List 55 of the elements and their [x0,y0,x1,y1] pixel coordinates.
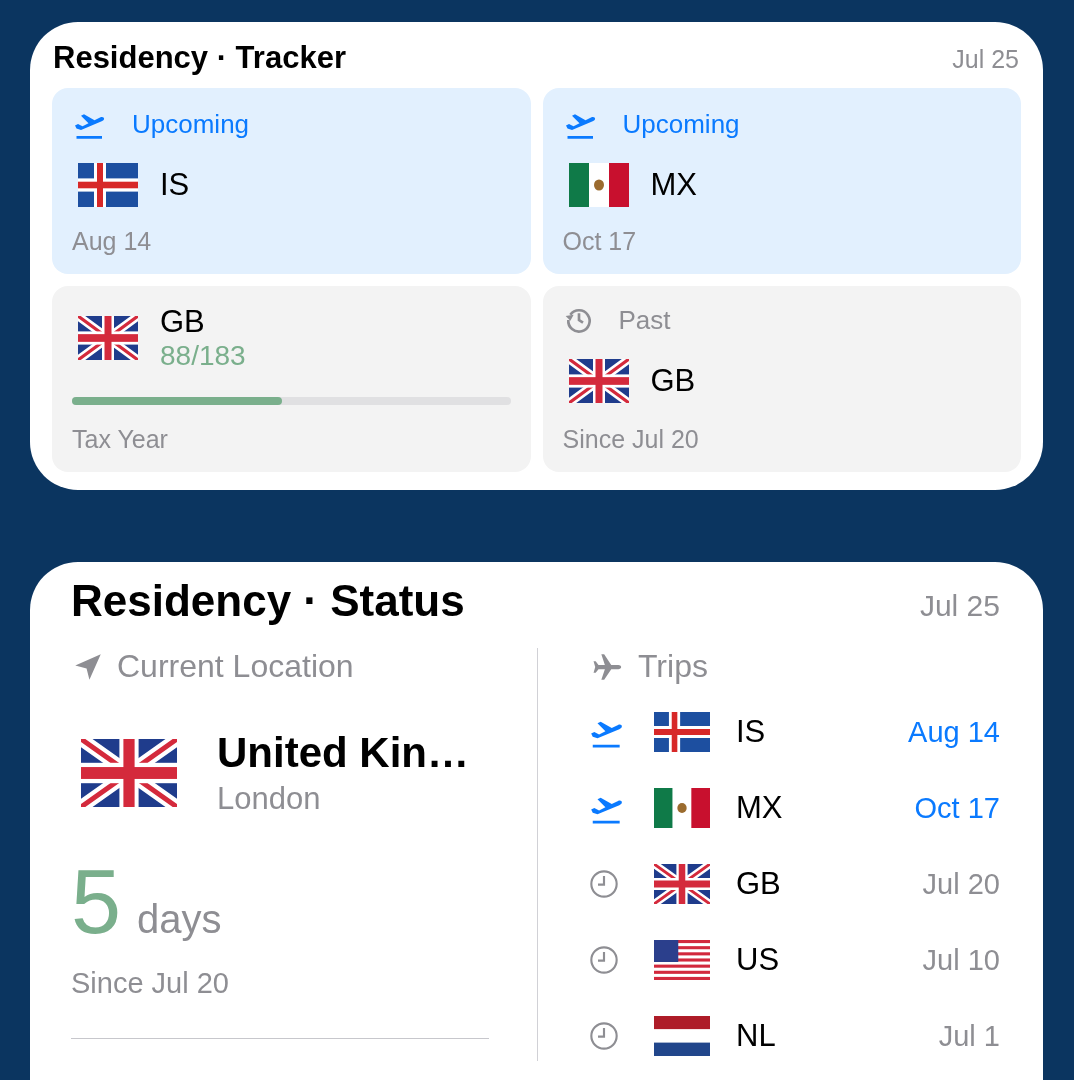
flag-icon [654,788,710,828]
flag-icon [78,162,138,207]
trip-date: Jul 1 [938,1019,1000,1053]
widget-date: Jul 25 [952,45,1020,74]
day-count: 88/183 [160,340,246,372]
country-code: US [736,942,781,978]
tax-year-card[interactable]: GB 88/183 Tax Year [52,286,531,472]
widget-title: Residency · Tracker [52,40,346,76]
flag-icon [568,162,629,207]
country-code: GB [650,362,696,399]
clock-icon [588,944,620,976]
section-heading: Trips [638,648,708,685]
flag-icon [654,940,710,980]
trip-card[interactable]: Upcoming IS Aug 14 [52,88,531,274]
trip-date: Jul 10 [922,943,1000,977]
flag-icon [81,739,177,807]
country-code: GB [736,866,782,902]
country-code: MX [736,790,784,826]
trip-card[interactable]: Upcoming MX Oct 17 [542,88,1021,274]
city-name: London [217,781,322,817]
section-heading: Current Location [117,648,354,685]
clock-icon [588,868,620,900]
trip-date: Aug 14 [908,715,1000,749]
trip-row[interactable]: US Jul 10 [588,935,1000,985]
country-code: IS [160,166,190,203]
trip-date: Oct 17 [562,227,638,256]
trip-row[interactable]: NL Jul 1 [588,1011,1000,1061]
flag-icon [654,1016,710,1056]
country-code: NL [736,1018,777,1054]
country-code: MX [650,166,697,203]
trip-date: Since Jul 20 [562,425,700,454]
trip-row[interactable]: IS Aug 14 [588,707,1000,757]
trip-date: Oct 17 [914,791,1000,825]
flag-icon [78,316,138,360]
status-label: Upcoming [132,108,250,140]
country-code: GB [160,304,206,340]
trip-date: Aug 14 [72,227,153,256]
day-unit: days [137,897,222,942]
status-label: Upcoming [622,108,740,140]
country-code: IS [736,714,767,750]
flag-icon [654,864,710,904]
trip-row[interactable]: MX Oct 17 [588,783,1000,833]
clock-icon [588,1020,620,1052]
status-label: Past [618,304,671,336]
flag-icon [568,358,629,403]
caption: Tax Year [72,425,169,454]
widget-date: Jul 25 [919,589,1000,623]
day-count: 5 [71,857,122,947]
since-date: Since Jul 20 [71,967,230,1000]
trip-date: Jul 20 [922,867,1000,901]
flag-icon [654,712,710,752]
country-name: United Kin… [217,729,469,777]
trip-card[interactable]: Past GB Since Jul 20 [542,286,1021,472]
trip-row[interactable]: GB Jul 20 [588,859,1000,909]
widget-title: Residency · Status [71,576,465,626]
